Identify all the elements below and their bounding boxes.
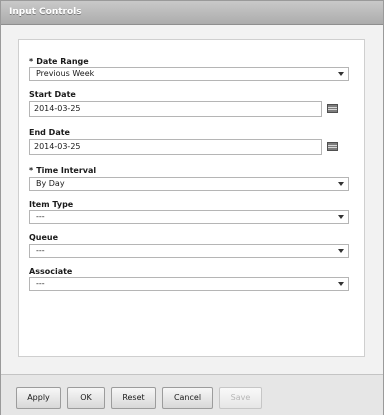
end-date-value: 2014-03-25 (34, 142, 81, 151)
chevron-down-icon (338, 282, 344, 286)
input-controls-dialog: Input Controls * Date Range Previous Week… (0, 0, 384, 415)
chevron-down-icon (338, 249, 344, 253)
controls-panel: * Date Range Previous Week Start Date 201… (18, 39, 365, 357)
date-range-label: * Date Range (29, 57, 89, 66)
reset-button[interactable]: Reset (111, 387, 156, 409)
time-interval-value: By Day (36, 179, 65, 188)
end-date-label: End Date (29, 128, 70, 137)
required-marker: * (29, 57, 34, 66)
start-date-value: 2014-03-25 (34, 104, 81, 113)
queue-select[interactable]: --- (29, 244, 349, 258)
associate-select[interactable]: --- (29, 277, 349, 291)
ok-button[interactable]: OK (67, 387, 105, 409)
date-range-select[interactable]: Previous Week (29, 67, 349, 81)
queue-label: Queue (29, 233, 59, 242)
date-range-value: Previous Week (36, 69, 95, 78)
time-interval-select[interactable]: By Day (29, 177, 349, 191)
end-date-input[interactable]: 2014-03-25 (29, 139, 322, 155)
save-button: Save (219, 387, 262, 409)
dialog-footer: Apply OK Reset Cancel Save (1, 374, 383, 415)
associate-label: Associate (29, 267, 73, 276)
item-type-value: --- (36, 212, 45, 221)
start-date-label: Start Date (29, 90, 76, 99)
queue-value: --- (36, 246, 45, 255)
dialog-titlebar[interactable]: Input Controls (1, 1, 383, 25)
calendar-icon[interactable] (327, 142, 338, 151)
calendar-icon[interactable] (327, 104, 338, 113)
cancel-button[interactable]: Cancel (162, 387, 213, 409)
time-interval-label: * Time Interval (29, 166, 96, 175)
item-type-label: Item Type (29, 200, 74, 209)
associate-value: --- (36, 279, 45, 288)
chevron-down-icon (338, 72, 344, 76)
item-type-select[interactable]: --- (29, 210, 349, 224)
time-interval-label-text: Time Interval (36, 166, 97, 175)
chevron-down-icon (338, 182, 344, 186)
dialog-title: Input Controls (9, 7, 82, 17)
required-marker: * (29, 166, 34, 175)
apply-button[interactable]: Apply (16, 387, 61, 409)
chevron-down-icon (338, 215, 344, 219)
start-date-input[interactable]: 2014-03-25 (29, 101, 322, 117)
date-range-label-text: Date Range (36, 57, 89, 66)
